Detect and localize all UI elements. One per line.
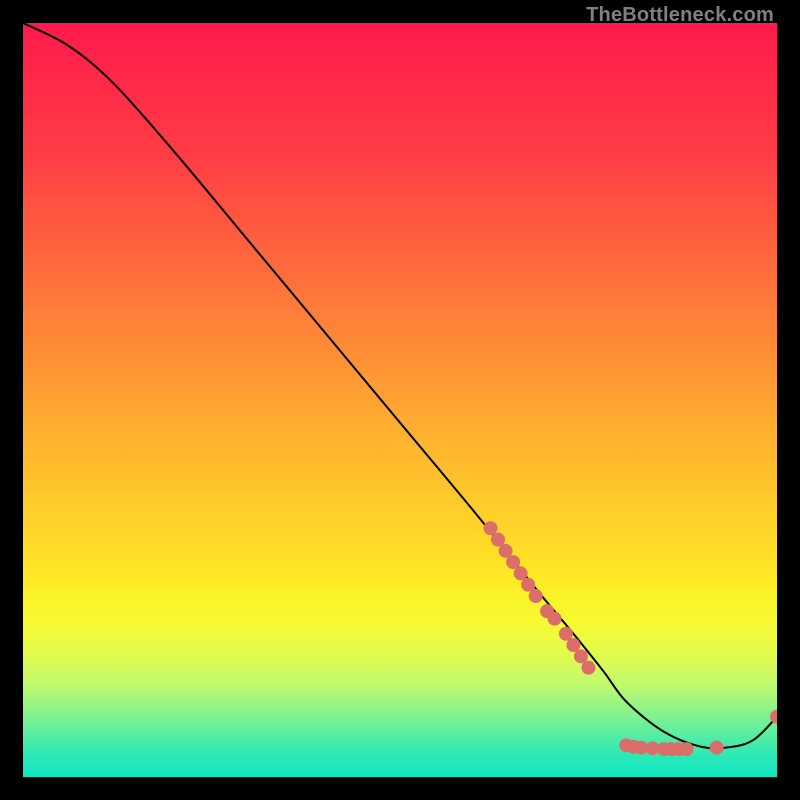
gradient-bg <box>23 23 777 777</box>
marker-dot <box>529 589 543 603</box>
chart-svg <box>23 23 777 777</box>
attribution-text: TheBottleneck.com <box>586 4 774 27</box>
marker-dot <box>548 612 562 626</box>
marker-dot <box>710 741 724 755</box>
chart-frame: TheBottleneck.com <box>0 0 800 800</box>
plot-area <box>23 23 777 777</box>
marker-dot <box>680 742 694 756</box>
marker-dot <box>582 661 596 675</box>
